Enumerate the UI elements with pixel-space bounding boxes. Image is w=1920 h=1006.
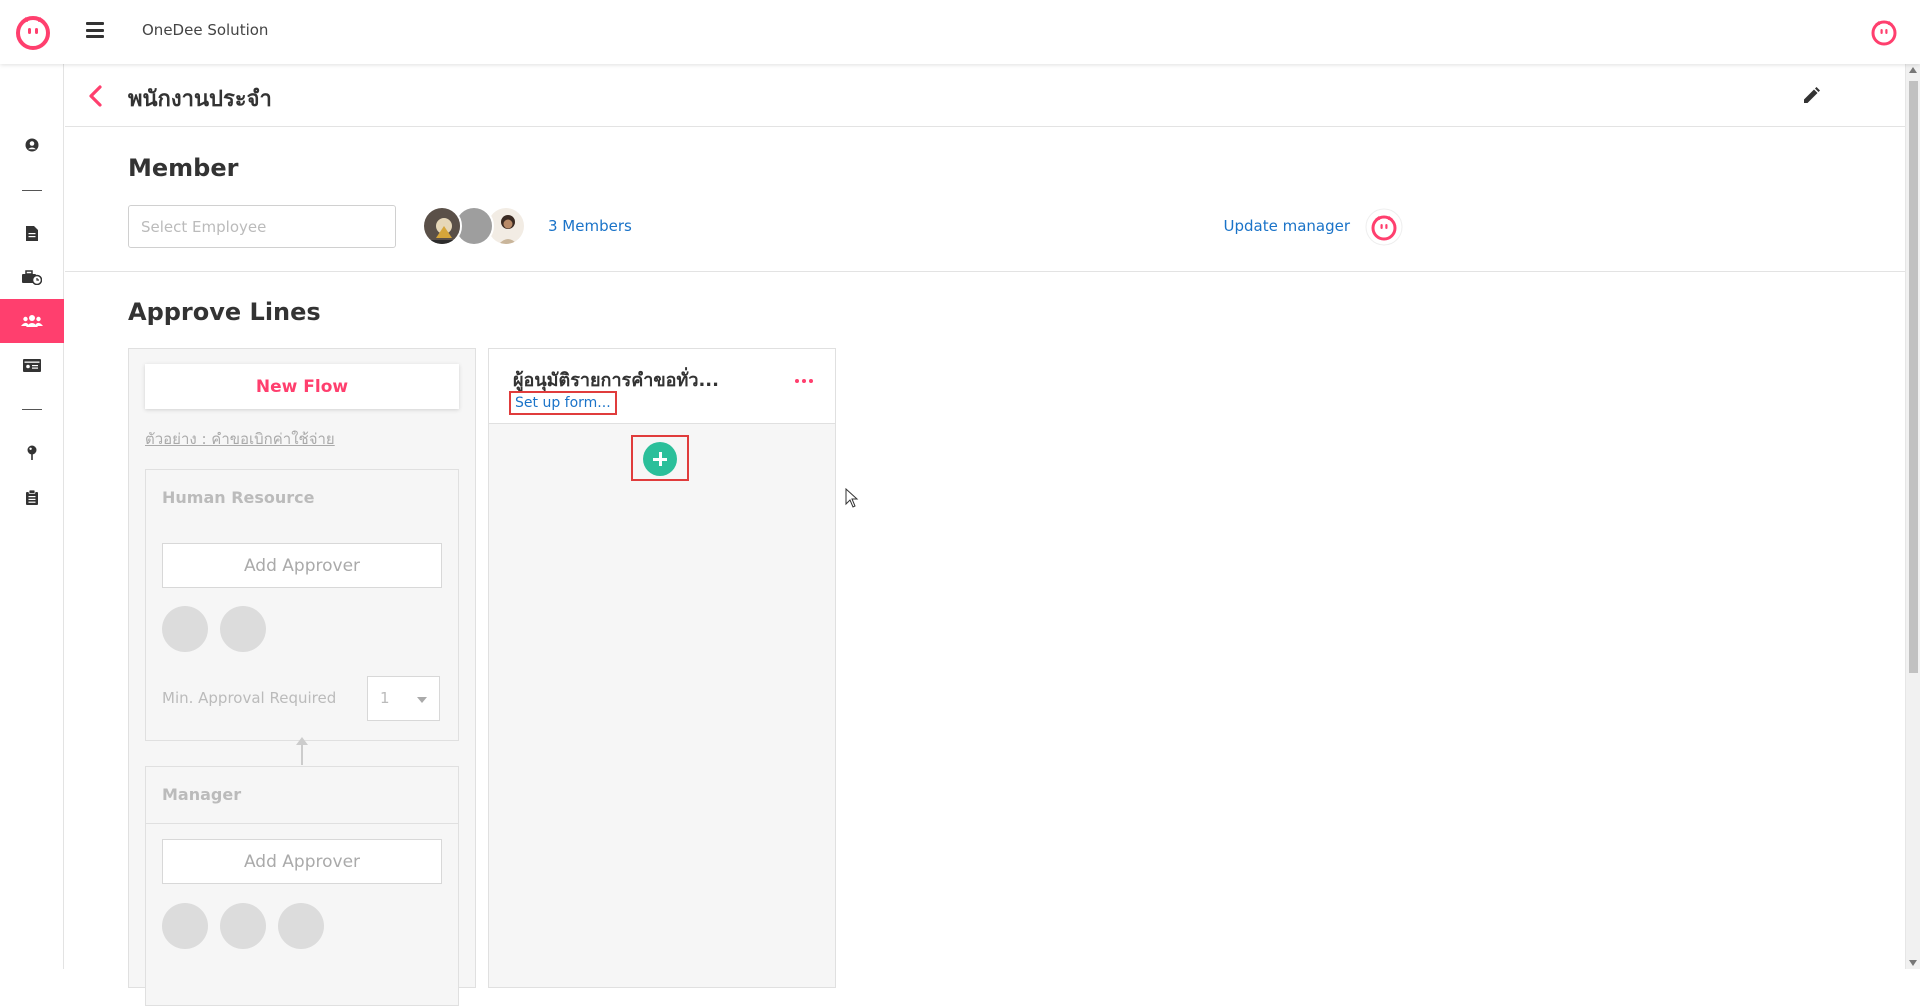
example-card-human-resource: Human Resource Add Approver Min. Approva… — [145, 469, 459, 741]
member-heading: Member — [128, 154, 239, 182]
sidebar-item-id-card[interactable] — [0, 343, 64, 387]
approver-placeholder — [162, 903, 208, 949]
min-approval-label: Min. Approval Required — [162, 689, 337, 707]
avatar — [422, 206, 462, 246]
map-pin-icon — [27, 445, 37, 460]
flow-arrow-up — [296, 737, 308, 765]
sidebar-divider — [22, 409, 42, 410]
approver-placeholder — [220, 606, 266, 652]
add-approver-button: Add Approver — [162, 839, 442, 884]
flow-title: ผู้อนุมัติรายการคำขอทั่ว... — [513, 370, 719, 391]
card-divider — [146, 823, 458, 824]
manager-avatar-icon[interactable] — [1365, 208, 1403, 246]
page-scrollbar[interactable] — [1905, 64, 1920, 969]
more-options-icon[interactable] — [795, 379, 813, 383]
member-section: Member 3 Members Update manager — [65, 127, 1905, 272]
scroll-thumb[interactable] — [1909, 81, 1918, 673]
chevron-down-icon — [417, 697, 427, 703]
id-card-icon — [23, 358, 41, 372]
sidebar-divider — [22, 190, 42, 191]
top-bar: OneDee Solution — [0, 0, 1920, 64]
app-title: OneDee Solution — [142, 21, 269, 39]
add-approver-button: Add Approver — [162, 543, 442, 588]
approve-lines-heading: Approve Lines — [128, 298, 321, 326]
approver-placeholder — [278, 903, 324, 949]
sidebar-item-groups[interactable] — [0, 299, 64, 343]
card-title: Human Resource — [162, 488, 315, 507]
document-icon — [26, 225, 38, 241]
back-chevron-icon[interactable] — [85, 84, 107, 108]
add-step-highlight — [631, 435, 689, 481]
member-avatars[interactable] — [422, 206, 542, 246]
min-approval-select: 1 — [367, 676, 440, 721]
add-step-button[interactable] — [643, 442, 677, 476]
user-circle-icon — [25, 138, 39, 152]
sidebar-item-documents[interactable] — [0, 211, 64, 255]
sidebar — [0, 64, 64, 969]
sidebar-item-profile[interactable] — [0, 123, 64, 167]
new-flow-button[interactable]: New Flow — [145, 364, 459, 409]
approver-placeholder — [220, 903, 266, 949]
user-avatar-icon[interactable] — [1870, 18, 1898, 46]
clipboard-icon — [26, 489, 38, 505]
min-approval-value: 1 — [380, 689, 390, 707]
approver-placeholder — [162, 606, 208, 652]
card-title: Manager — [162, 785, 242, 804]
hamburger-menu-icon[interactable] — [86, 22, 104, 38]
page-title: พนักงานประจำ — [128, 87, 272, 112]
update-manager-link[interactable]: Update manager — [1223, 217, 1350, 235]
example-flow-column: New Flow ตัวอย่าง : คำขอเบิกค่าใช้จ่าย H… — [128, 348, 476, 1006]
approval-flow-column: ผู้อนุมัติรายการคำขอทั่ว... Set up form.… — [488, 348, 836, 988]
pink-face-logo[interactable] — [14, 13, 52, 51]
members-count-link[interactable]: 3 Members — [548, 217, 632, 235]
select-employee-input[interactable] — [128, 205, 396, 248]
set-up-form-link[interactable]: Set up form... — [509, 391, 617, 415]
users-group-icon — [21, 315, 43, 327]
sidebar-item-clipboard[interactable] — [0, 475, 64, 519]
sidebar-item-location[interactable] — [0, 431, 64, 475]
page-header: พนักงานประจำ — [65, 64, 1905, 127]
flow-header: ผู้อนุมัติรายการคำขอทั่ว... Set up form.… — [489, 349, 835, 424]
example-label: ตัวอย่าง : คำขอเบิกค่าใช้จ่าย — [145, 430, 335, 448]
sidebar-item-work-time[interactable] — [0, 255, 64, 299]
scroll-down-icon[interactable] — [1909, 960, 1917, 966]
example-card-manager: Manager Add Approver — [145, 766, 459, 1006]
briefcase-clock-icon — [22, 269, 42, 285]
scroll-up-icon[interactable] — [1909, 67, 1917, 73]
mouse-cursor-icon — [845, 488, 859, 508]
edit-pencil-icon[interactable] — [1801, 86, 1821, 106]
